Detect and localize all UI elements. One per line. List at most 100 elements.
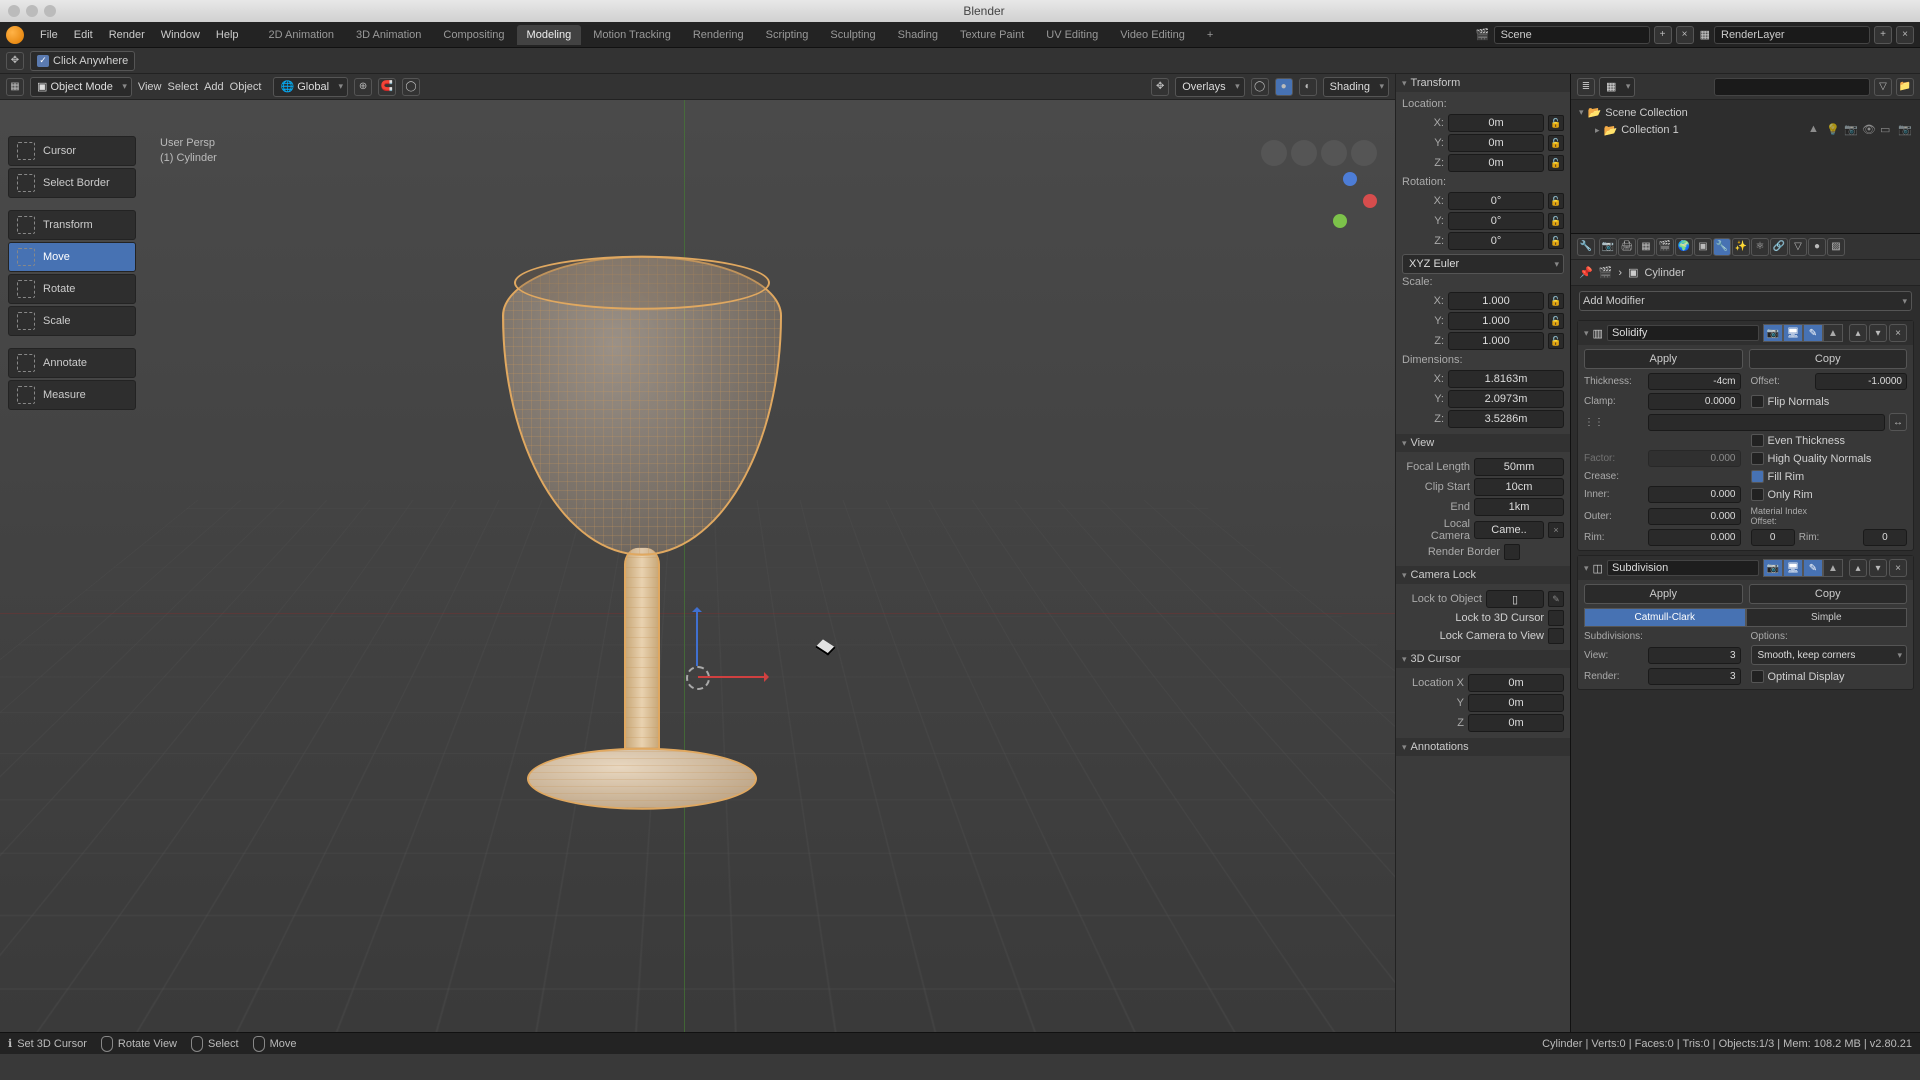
npanel-transform-header[interactable]: Transform <box>1396 74 1570 92</box>
render-border-checkbox[interactable] <box>1504 544 1520 560</box>
scale-y-input[interactable]: 1.000 <box>1448 312 1544 330</box>
move-gizmo-z[interactable] <box>696 608 698 666</box>
blender-logo-icon[interactable] <box>6 26 24 44</box>
lock-cursor-checkbox[interactable] <box>1548 610 1564 626</box>
tab-compositing[interactable]: Compositing <box>433 25 514 45</box>
prop-tab-mesh-icon[interactable]: ▽ <box>1789 238 1807 256</box>
tab-modeling[interactable]: Modeling <box>517 25 582 45</box>
tab-shading[interactable]: Shading <box>888 25 948 45</box>
scale-z-input[interactable]: 1.000 <box>1448 332 1544 350</box>
modifier-name-input[interactable] <box>1607 560 1759 576</box>
simple-button[interactable]: Simple <box>1746 608 1908 627</box>
outliner-scene-collection[interactable]: ▾📂Scene Collection <box>1579 104 1912 121</box>
dim-y-input[interactable]: 2.0973m <box>1448 390 1564 408</box>
lock-object-input[interactable]: ▯ <box>1486 590 1544 608</box>
renderlayer-add-button[interactable]: + <box>1874 26 1892 44</box>
3d-cursor-gizmo[interactable] <box>686 666 710 690</box>
copy-button[interactable]: Copy <box>1749 349 1908 369</box>
loc-z-input[interactable]: 0m <box>1448 154 1544 172</box>
lock-icon[interactable]: 🔓 <box>1548 313 1564 329</box>
cursor-y-input[interactable]: 0m <box>1468 694 1564 712</box>
crease-rim-input[interactable]: 0.000 <box>1648 529 1741 546</box>
even-thickness-checkbox[interactable] <box>1751 434 1764 447</box>
local-camera-input[interactable]: Came.. <box>1474 521 1544 539</box>
tool-scale[interactable]: Scale <box>8 306 136 336</box>
tab-add[interactable]: + <box>1197 25 1223 45</box>
lock-icon[interactable]: 🔓 <box>1548 333 1564 349</box>
menu-file[interactable]: File <box>32 25 66 45</box>
dim-z-input[interactable]: 3.5286m <box>1448 410 1564 428</box>
gizmo-icon[interactable]: ✥ <box>6 52 24 70</box>
menu-window[interactable]: Window <box>153 25 208 45</box>
tool-select-border[interactable]: Select Border <box>8 168 136 198</box>
navigation-gizmo[interactable] <box>1261 140 1377 228</box>
tool-cursor[interactable]: Cursor <box>8 136 136 166</box>
rot-z-input[interactable]: 0° <box>1448 232 1544 250</box>
move-down-icon[interactable]: ▾ <box>1869 559 1887 577</box>
nav-camera-icon[interactable] <box>1321 140 1347 166</box>
tool-rotate[interactable]: Rotate <box>8 274 136 304</box>
prop-tab-constraint-icon[interactable]: 🔗 <box>1770 238 1788 256</box>
collapse-icon[interactable]: ▾ <box>1584 328 1589 339</box>
proportional-icon[interactable]: ◯ <box>402 78 420 96</box>
prop-tab-world-icon[interactable]: 🌍 <box>1675 238 1693 256</box>
mod-editmode-toggle[interactable]: ✎ <box>1803 559 1823 577</box>
filter-icon[interactable]: ▽ <box>1874 78 1892 96</box>
shading-dropdown[interactable]: Shading <box>1323 77 1389 97</box>
viewport-menu-view[interactable]: View <box>138 81 162 93</box>
clip-start-input[interactable]: 10cm <box>1474 478 1564 496</box>
lock-view-checkbox[interactable] <box>1548 628 1564 644</box>
copy-button[interactable]: Copy <box>1749 584 1908 604</box>
prop-tab-material-icon[interactable]: ● <box>1808 238 1826 256</box>
prop-tab-output-icon[interactable]: 🖨 <box>1618 238 1636 256</box>
prop-tab-scene-icon[interactable]: 🎬 <box>1656 238 1674 256</box>
snap-icon[interactable]: 🧲 <box>378 78 396 96</box>
mod-cage-toggle[interactable]: ▲ <box>1823 324 1843 342</box>
select-icon[interactable]: ▭ <box>1880 123 1894 137</box>
mat-rim-input[interactable]: 0 <box>1863 529 1907 546</box>
move-gizmo-x[interactable] <box>698 676 768 678</box>
npanel-annotations-header[interactable]: Annotations <box>1396 738 1570 756</box>
renderlayer-delete-button[interactable]: × <box>1896 26 1914 44</box>
lock-icon[interactable]: 🔓 <box>1548 193 1564 209</box>
viewport-menu-object[interactable]: Object <box>230 81 262 93</box>
traffic-lights[interactable] <box>8 5 56 17</box>
tab-3d-animation[interactable]: 3D Animation <box>346 25 431 45</box>
rot-y-input[interactable]: 0° <box>1448 212 1544 230</box>
optimal-display-checkbox[interactable] <box>1751 670 1764 683</box>
prop-tab-viewlayer-icon[interactable]: ▦ <box>1637 238 1655 256</box>
mod-realtime-toggle[interactable]: 🖥 <box>1783 324 1803 342</box>
axis-x-icon[interactable] <box>1363 194 1377 208</box>
editor-type-icon[interactable]: ▦ <box>6 78 24 96</box>
tab-texture-paint[interactable]: Texture Paint <box>950 25 1034 45</box>
clamp-input[interactable]: 0.0000 <box>1648 393 1741 410</box>
scene-delete-button[interactable]: × <box>1676 26 1694 44</box>
scene-name-input[interactable] <box>1494 26 1650 44</box>
apply-button[interactable]: Apply <box>1584 584 1743 604</box>
outliner-collection-1[interactable]: ▸📂Collection 1 ▲💡📷 👁▭📷 <box>1579 121 1912 139</box>
outliner-search-input[interactable] <box>1714 78 1870 96</box>
prop-tab-physics-icon[interactable]: ⚛ <box>1751 238 1769 256</box>
only-rim-checkbox[interactable] <box>1751 488 1764 501</box>
axis-y-icon[interactable] <box>1333 214 1347 228</box>
shading-wireframe-icon[interactable]: ◯ <box>1251 78 1269 96</box>
tool-annotate[interactable]: Annotate <box>8 348 136 378</box>
click-anywhere-toggle[interactable]: ✓Click Anywhere <box>30 51 135 71</box>
rot-x-input[interactable]: 0° <box>1448 192 1544 210</box>
loc-y-input[interactable]: 0m <box>1448 134 1544 152</box>
lock-icon[interactable]: 🔓 <box>1548 115 1564 131</box>
shading-lookdev-icon[interactable]: ◐ <box>1299 78 1317 96</box>
offset-input[interactable]: -1.0000 <box>1815 373 1908 390</box>
invert-icon[interactable]: ↔ <box>1889 413 1907 431</box>
renderlayer-input[interactable] <box>1714 26 1870 44</box>
tab-scripting[interactable]: Scripting <box>756 25 819 45</box>
npanel-view-header[interactable]: View <box>1396 434 1570 452</box>
mod-realtime-toggle[interactable]: 🖥 <box>1783 559 1803 577</box>
nav-pan-icon[interactable] <box>1291 140 1317 166</box>
menu-render[interactable]: Render <box>101 25 153 45</box>
mat-offset-input[interactable]: 0 <box>1751 529 1795 546</box>
move-up-icon[interactable]: ▴ <box>1849 559 1867 577</box>
render-icon[interactable]: 📷 <box>1898 123 1912 137</box>
viewport-menu-add[interactable]: Add <box>204 81 224 93</box>
tab-video-editing[interactable]: Video Editing <box>1110 25 1195 45</box>
